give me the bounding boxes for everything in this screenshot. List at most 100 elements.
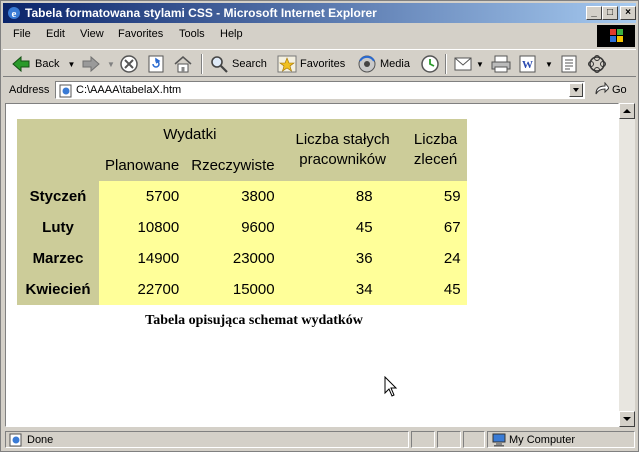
edit-icon: W [519, 55, 536, 73]
staff-cell: 88 [280, 181, 405, 212]
go-button[interactable]: Go [593, 82, 627, 98]
search-button[interactable]: Search [209, 54, 267, 74]
maximize-button[interactable]: □ [602, 6, 618, 20]
go-label: Go [612, 84, 627, 96]
discuss-icon [561, 55, 577, 73]
back-dropdown-icon[interactable]: ▼ [67, 60, 75, 69]
status-pane [463, 431, 485, 448]
menu-tools[interactable]: Tools [179, 28, 205, 40]
svg-text:e: e [12, 8, 17, 20]
search-icon [211, 56, 228, 73]
address-input[interactable]: C:\AAAA\tabelaX.htm [55, 81, 585, 99]
actual-cell: 23000 [185, 243, 281, 274]
row-header: Luty [17, 212, 99, 243]
orders-cell: 24 [404, 243, 467, 274]
stop-button[interactable] [119, 54, 139, 74]
status-zone-text: My Computer [509, 434, 576, 446]
page-done-icon [9, 433, 22, 447]
planned-cell: 10800 [99, 212, 186, 243]
go-arrow-icon [595, 82, 609, 95]
menu-bar: File Edit View Favorites Tools Help [3, 25, 593, 45]
favorites-label: Favorites [300, 58, 346, 70]
menu-edit[interactable]: Edit [46, 28, 65, 40]
messenger-button[interactable] [587, 54, 607, 74]
planned-cell: 5700 [99, 181, 186, 212]
chevron-down-icon [573, 88, 579, 92]
status-pane [411, 431, 435, 448]
actual-cell: 15000 [185, 274, 281, 305]
stop-icon [120, 55, 138, 73]
actual-cell: 9600 [185, 212, 281, 243]
favorites-button[interactable]: Favorites [277, 54, 345, 74]
title-bar[interactable]: e Tabela formatowana stylami CSS - Micro… [3, 3, 636, 23]
history-icon [421, 55, 439, 73]
orders-header: Liczba zleceń [404, 119, 467, 181]
refresh-button[interactable] [146, 54, 166, 74]
menu-help[interactable]: Help [220, 28, 243, 40]
media-label: Media [380, 58, 410, 70]
table-caption: Tabela opisująca schemat wydatków [145, 313, 363, 328]
staff-cell: 36 [280, 243, 405, 274]
planned-header: Planowane [99, 149, 186, 181]
scroll-down-button[interactable] [619, 411, 635, 427]
back-button[interactable]: Back ▼ [11, 54, 75, 74]
back-arrow-icon [12, 55, 30, 73]
ie-logo-icon: e [8, 7, 20, 20]
orders-cell: 59 [404, 181, 467, 212]
toolbar: Back ▼ ▼ Search Favorites Media ▼ W ▼ [3, 49, 636, 77]
mail-icon [454, 57, 472, 71]
address-bar: Address C:\AAAA\tabelaX.htm Go [3, 79, 636, 101]
print-button[interactable] [490, 54, 512, 74]
staff-cell: 45 [280, 212, 405, 243]
close-button[interactable]: × [620, 6, 636, 20]
chevron-up-icon [623, 109, 631, 113]
refresh-icon [148, 55, 164, 73]
vertical-scrollbar[interactable] [619, 103, 635, 427]
address-url: C:\AAAA\tabelaX.htm [76, 84, 182, 96]
menu-view[interactable]: View [80, 28, 104, 40]
edit-dropdown-icon[interactable]: ▼ [545, 60, 553, 69]
edit-button[interactable]: W ▼ [518, 54, 553, 74]
ie-window: e Tabela formatowana stylami CSS - Micro… [0, 0, 639, 452]
home-icon [174, 56, 192, 73]
orders-cell: 45 [404, 274, 467, 305]
row-header: Marzec [17, 243, 99, 274]
orders-cell: 67 [404, 212, 467, 243]
favorites-star-icon [277, 55, 297, 73]
table-row: Luty 10800 9600 45 67 [17, 212, 467, 243]
menu-file[interactable]: File [13, 28, 31, 40]
toolbar-separator [201, 54, 203, 74]
window-title: Tabela formatowana stylami CSS - Microso… [25, 6, 377, 20]
mail-button[interactable]: ▼ [453, 54, 484, 74]
toolbar-separator [445, 54, 447, 74]
messenger-icon [588, 55, 606, 73]
scroll-up-button[interactable] [619, 103, 635, 119]
group-header: Wydatki [99, 119, 281, 149]
row-header: Styczeń [17, 181, 99, 212]
computer-icon [492, 433, 506, 447]
status-bar: Done My Computer [3, 429, 636, 449]
media-icon [358, 55, 376, 73]
mail-dropdown-icon[interactable]: ▼ [476, 60, 484, 69]
table-row: Marzec 14900 23000 36 24 [17, 243, 467, 274]
address-label: Address [9, 84, 50, 96]
history-button[interactable] [419, 54, 441, 74]
staff-cell: 34 [280, 274, 405, 305]
media-button[interactable]: Media [357, 54, 410, 74]
table-row: Kwiecień 22700 15000 34 45 [17, 274, 467, 305]
mouse-cursor-icon [384, 376, 398, 397]
address-dropdown-button[interactable] [569, 83, 583, 97]
menu-favorites[interactable]: Favorites [118, 28, 163, 40]
windows-logo-icon [597, 25, 635, 47]
home-button[interactable] [173, 54, 193, 74]
discuss-button[interactable] [559, 54, 579, 74]
table-row: Styczeń 5700 3800 88 59 [17, 181, 467, 212]
status-main-pane: Done [5, 431, 409, 448]
actual-header: Rzeczywiste [185, 149, 281, 181]
minimize-button[interactable]: _ [586, 6, 602, 20]
forward-dropdown-icon[interactable]: ▼ [107, 60, 115, 69]
status-pane [437, 431, 461, 448]
page-content: Wydatki Liczba stałych pracowników Liczb… [5, 103, 619, 427]
actual-cell: 3800 [185, 181, 281, 212]
forward-button[interactable]: ▼ [81, 54, 115, 74]
